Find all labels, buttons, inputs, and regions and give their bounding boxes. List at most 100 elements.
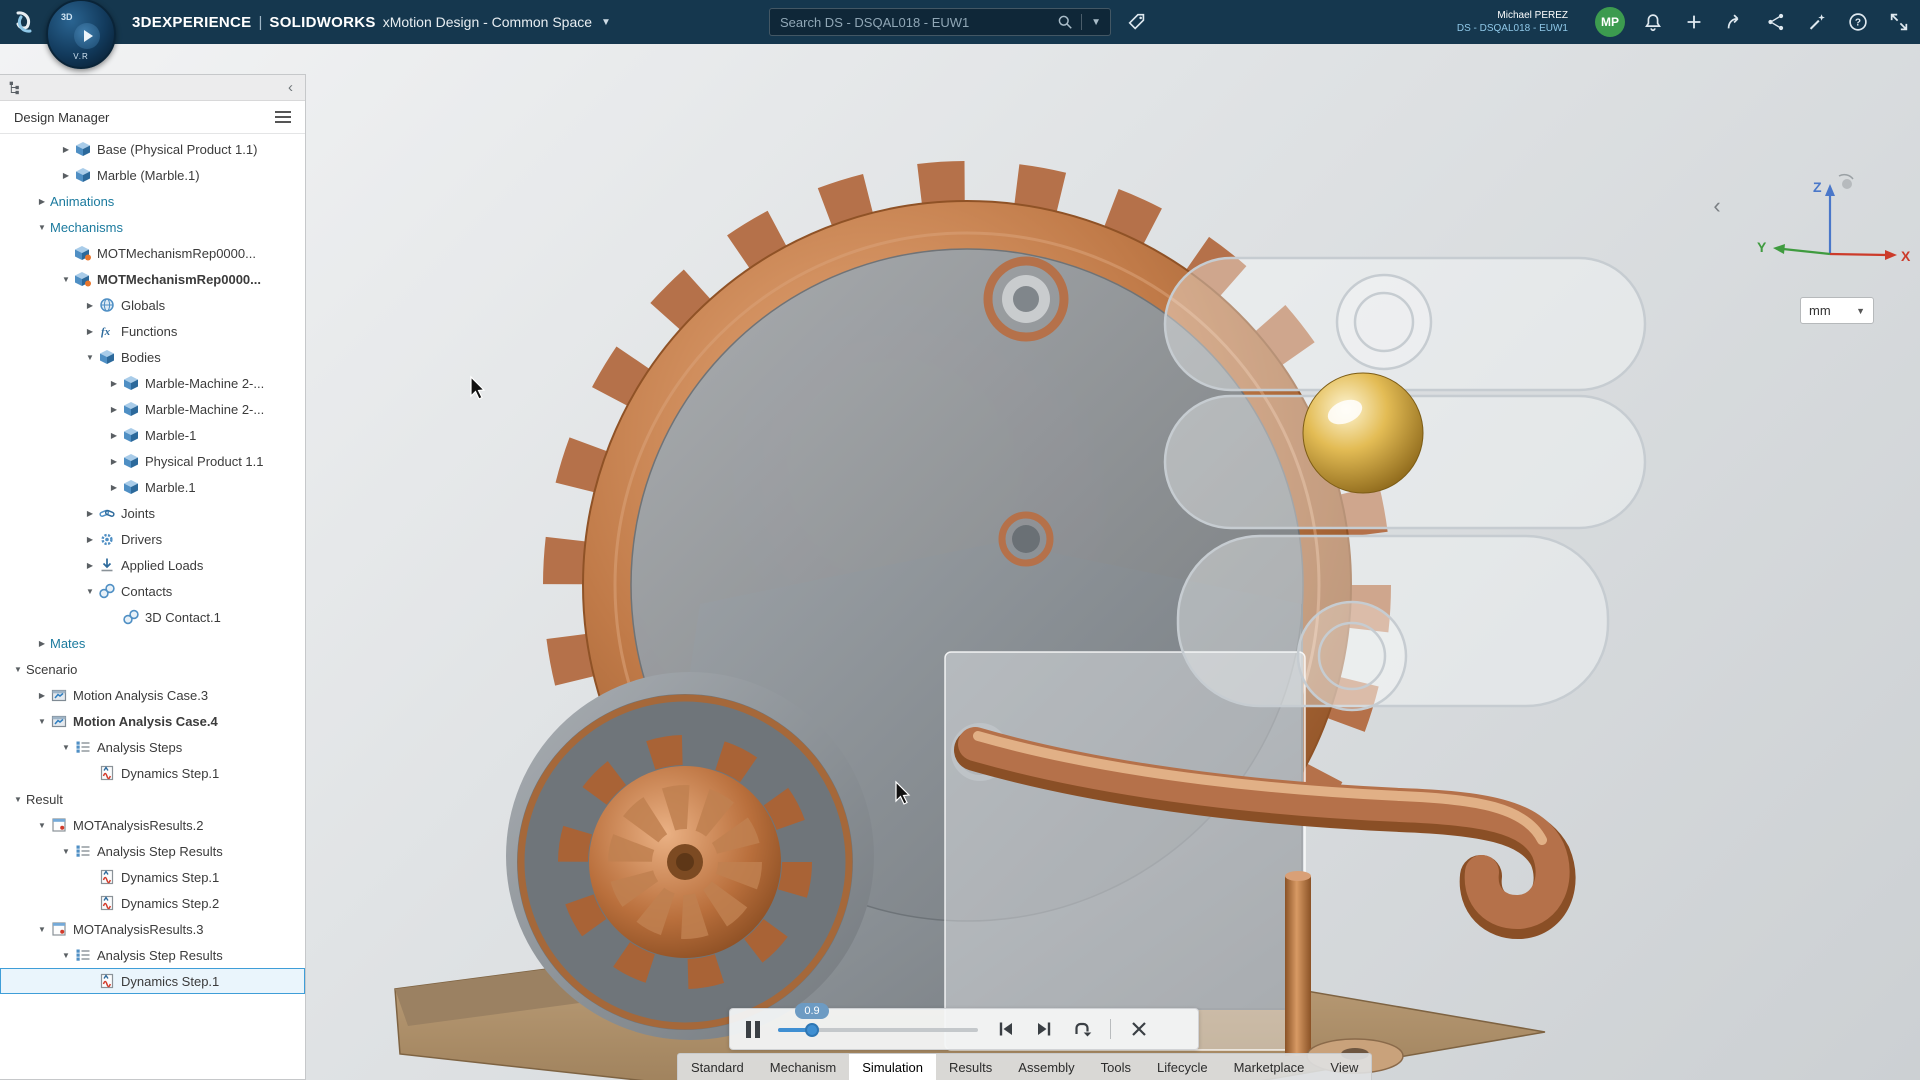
- collapse-arrow-icon[interactable]: ▼: [34, 223, 50, 232]
- tab-assembly[interactable]: Assembly: [1005, 1054, 1087, 1080]
- tree-item-marble-marble-1[interactable]: ▶Marble (Marble.1): [0, 162, 305, 188]
- collapse-arrow-icon[interactable]: ▼: [10, 795, 26, 804]
- search-input[interactable]: [780, 15, 1055, 30]
- tree-item-analysis-step-results[interactable]: ▼Analysis Step Results: [0, 942, 305, 968]
- collapse-arrow-icon[interactable]: ▼: [82, 353, 98, 362]
- tab-mechanism[interactable]: Mechanism: [757, 1054, 849, 1080]
- collapse-arrow-icon[interactable]: ▼: [10, 665, 26, 674]
- avatar[interactable]: MP: [1595, 7, 1625, 37]
- tree-item-marble-machine-2[interactable]: ▶Marble-Machine 2-...: [0, 396, 305, 422]
- tree-item-drivers[interactable]: ▶Drivers: [0, 526, 305, 552]
- panel-collapse-chevron[interactable]: ‹: [1705, 192, 1729, 220]
- collaboration-button[interactable]: [1763, 9, 1789, 35]
- notifications-button[interactable]: [1640, 9, 1666, 35]
- assistant-button[interactable]: [1804, 9, 1830, 35]
- tree-item-dynamics-step-1[interactable]: Dynamics Step.1: [0, 760, 305, 786]
- tree-item-motanalysisresults-2[interactable]: ▼MOTAnalysisResults.2: [0, 812, 305, 838]
- expand-arrow-icon[interactable]: ▶: [82, 301, 98, 310]
- timeline-slider[interactable]: 0.9: [778, 1019, 978, 1039]
- expand-arrow-icon[interactable]: ▶: [82, 509, 98, 518]
- add-content-button[interactable]: [1681, 9, 1707, 35]
- tree-item-applied-loads[interactable]: ▶Applied Loads: [0, 552, 305, 578]
- tree-item-analysis-step-results[interactable]: ▼Analysis Step Results: [0, 838, 305, 864]
- search-icon[interactable]: [1055, 12, 1075, 32]
- step-forward-button[interactable]: [1034, 1019, 1054, 1039]
- tree-item-mates[interactable]: ▶Mates: [0, 630, 305, 656]
- tree-item-dynamics-step-1[interactable]: Dynamics Step.1: [0, 968, 305, 994]
- tree-item-bodies[interactable]: ▼Bodies: [0, 344, 305, 370]
- units-dropdown[interactable]: mm ▼: [1800, 297, 1874, 324]
- collapse-arrow-icon[interactable]: ▼: [58, 743, 74, 752]
- tree-item-functions[interactable]: ▶Functions: [0, 318, 305, 344]
- tab-view[interactable]: View: [1317, 1054, 1371, 1080]
- loop-button[interactable]: [1072, 1019, 1092, 1039]
- panel-menu-icon[interactable]: [275, 116, 291, 118]
- chevron-down-icon[interactable]: ▼: [601, 17, 611, 28]
- panel-collapse-icon[interactable]: ‹: [284, 80, 297, 95]
- expand-arrow-icon[interactable]: ▶: [106, 431, 122, 440]
- slider-handle[interactable]: [805, 1023, 819, 1037]
- tree-item-motion-analysis-case-4[interactable]: ▼Motion Analysis Case.4: [0, 708, 305, 734]
- close-playback-button[interactable]: [1129, 1019, 1149, 1039]
- expand-arrow-icon[interactable]: ▶: [82, 535, 98, 544]
- expand-arrow-icon[interactable]: ▶: [58, 145, 74, 154]
- collapse-arrow-icon[interactable]: ▼: [34, 925, 50, 934]
- expand-arrow-icon[interactable]: ▶: [34, 639, 50, 648]
- help-button[interactable]: [1845, 9, 1871, 35]
- workspace-label[interactable]: xMotion Design - Common Space: [383, 14, 592, 30]
- tree-item-physical-product-1-1[interactable]: ▶Physical Product 1.1: [0, 448, 305, 474]
- tree-item-marble-1[interactable]: ▶Marble-1: [0, 422, 305, 448]
- tree-item-contacts[interactable]: ▼Contacts: [0, 578, 305, 604]
- orientation-triad[interactable]: Z X Y: [1755, 162, 1915, 282]
- tab-lifecycle[interactable]: Lifecycle: [1144, 1054, 1221, 1080]
- collapse-arrow-icon[interactable]: ▼: [82, 587, 98, 596]
- tree-item-motion-analysis-case-3[interactable]: ▶Motion Analysis Case.3: [0, 682, 305, 708]
- expand-arrow-icon[interactable]: ▶: [106, 483, 122, 492]
- tree-item-base-physical-product-1-1[interactable]: ▶Base (Physical Product 1.1): [0, 136, 305, 162]
- tree-item-motanalysisresults-3[interactable]: ▼MOTAnalysisResults.3: [0, 916, 305, 942]
- step-back-button[interactable]: [996, 1019, 1016, 1039]
- share-button[interactable]: [1722, 9, 1748, 35]
- tag-button[interactable]: [1124, 9, 1150, 35]
- tree-item-animations[interactable]: ▶Animations: [0, 188, 305, 214]
- expand-arrow-icon[interactable]: ▶: [58, 171, 74, 180]
- collapse-arrow-icon[interactable]: ▼: [58, 847, 74, 856]
- pause-button[interactable]: [746, 1021, 760, 1038]
- expand-arrow-icon[interactable]: ▶: [106, 457, 122, 466]
- compass-play-icon[interactable]: [74, 23, 100, 49]
- 3ds-logo-icon[interactable]: [10, 7, 40, 37]
- tree-item-dynamics-step-2[interactable]: Dynamics Step.2: [0, 890, 305, 916]
- collapse-arrow-icon[interactable]: ▼: [58, 951, 74, 960]
- tree-item-dynamics-step-1[interactable]: Dynamics Step.1: [0, 864, 305, 890]
- tab-tools[interactable]: Tools: [1088, 1054, 1144, 1080]
- tree-item-marble-1[interactable]: ▶Marble.1: [0, 474, 305, 500]
- tree-item-scenario[interactable]: ▼Scenario: [0, 656, 305, 682]
- tree-item-joints[interactable]: ▶Joints: [0, 500, 305, 526]
- tree-item-3d-contact-1[interactable]: 3D Contact.1: [0, 604, 305, 630]
- collapse-arrow-icon[interactable]: ▼: [34, 821, 50, 830]
- tree-item-mechanisms[interactable]: ▼Mechanisms: [0, 214, 305, 240]
- tab-simulation[interactable]: Simulation: [849, 1054, 936, 1080]
- tab-marketplace[interactable]: Marketplace: [1221, 1054, 1318, 1080]
- collapse-arrow-icon[interactable]: ▼: [34, 717, 50, 726]
- marble-ball[interactable]: [1303, 373, 1423, 493]
- expand-arrow-icon[interactable]: ▶: [106, 405, 122, 414]
- tree-item-motmechanismrep0000[interactable]: ▼MOTMechanismRep0000...: [0, 266, 305, 292]
- tree-item-marble-machine-2[interactable]: ▶Marble-Machine 2-...: [0, 370, 305, 396]
- tab-results[interactable]: Results: [936, 1054, 1005, 1080]
- expand-arrow-icon[interactable]: ▶: [82, 327, 98, 336]
- collapse-arrow-icon[interactable]: ▼: [58, 275, 74, 284]
- fullscreen-button[interactable]: [1886, 9, 1912, 35]
- search-bar[interactable]: ▼: [769, 8, 1111, 36]
- 3dexperience-compass[interactable]: 3D V.R: [46, 0, 116, 69]
- tab-standard[interactable]: Standard: [678, 1054, 757, 1080]
- tree-item-globals[interactable]: ▶Globals: [0, 292, 305, 318]
- chevron-down-icon[interactable]: ▼: [1088, 17, 1104, 28]
- small-gear[interactable]: [517, 694, 853, 1030]
- tree-item-motmechanismrep0000[interactable]: MOTMechanismRep0000...: [0, 240, 305, 266]
- tree-item-result[interactable]: ▼Result: [0, 786, 305, 812]
- expand-arrow-icon[interactable]: ▶: [82, 561, 98, 570]
- expand-arrow-icon[interactable]: ▶: [34, 197, 50, 206]
- tree-view-icon[interactable]: [8, 80, 23, 95]
- tree-item-analysis-steps[interactable]: ▼Analysis Steps: [0, 734, 305, 760]
